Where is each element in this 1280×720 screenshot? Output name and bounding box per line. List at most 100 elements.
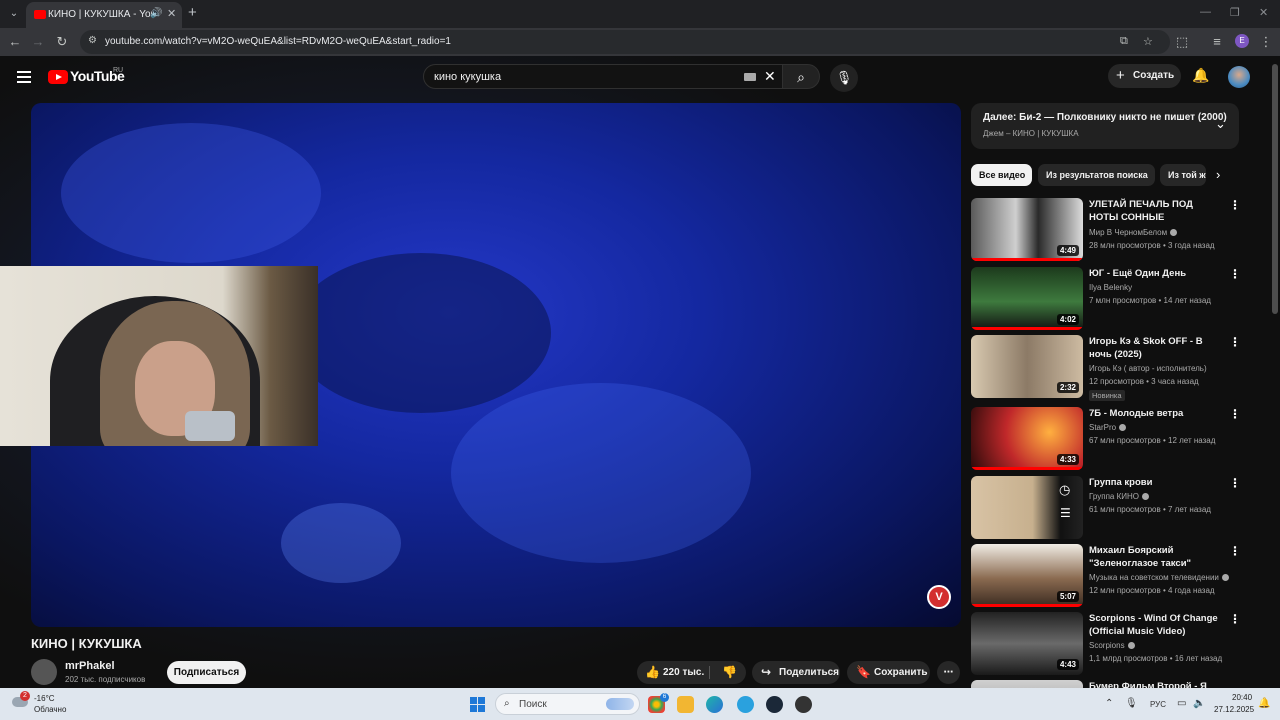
- app-icon[interactable]: [795, 696, 812, 713]
- channel-avatar[interactable]: [31, 659, 57, 685]
- video-thumbnail[interactable]: 2:32: [971, 335, 1083, 398]
- telegram-icon[interactable]: [737, 696, 754, 713]
- clock-time[interactable]: 20:40: [1232, 693, 1252, 702]
- list-item[interactable]: 4:49 УЛЕТАЙ ПЕЧАЛЬ ПОД НОТЫ СОННЫЕ Мир В…: [971, 198, 1241, 264]
- chip-all-videos[interactable]: Все видео: [971, 164, 1032, 186]
- channel-name[interactable]: Мир В ЧерномБелом: [1089, 228, 1178, 237]
- channel-name[interactable]: Музыка на советском телевидении: [1089, 573, 1229, 582]
- video-title[interactable]: 7Б - Молодые ветра: [1089, 407, 1221, 420]
- more-options-icon[interactable]: ⋮: [1229, 612, 1241, 626]
- notifications-bell-icon[interactable]: 🔔: [1192, 67, 1209, 84]
- clear-search-icon[interactable]: ✕: [764, 68, 776, 85]
- cast-icon[interactable]: ⧉: [1120, 35, 1128, 48]
- chip-from-search[interactable]: Из результатов поиска: [1038, 164, 1155, 186]
- list-item[interactable]: 4:43 Scorpions - Wind Of Change (Officia…: [971, 612, 1241, 678]
- up-next-panel[interactable]: Далее: Би-2 — Полковнику никто не пишет …: [971, 103, 1239, 149]
- minimize-icon[interactable]: —: [1200, 6, 1211, 18]
- bookmark-star-icon[interactable]: ☆: [1143, 35, 1153, 48]
- share-button[interactable]: ↪ Поделиться: [752, 661, 840, 684]
- channel-name[interactable]: Scorpions: [1089, 641, 1135, 650]
- new-tab-icon[interactable]: +: [188, 4, 197, 21]
- profile-avatar[interactable]: E: [1235, 34, 1249, 48]
- tab-search-chevron-icon[interactable]: ⌄: [6, 6, 22, 22]
- list-item[interactable]: ◷ ☰ Группа крови Группа КИНО 61 млн прос…: [971, 476, 1241, 542]
- voice-search-mic-icon[interactable]: 🎙: [830, 64, 858, 92]
- guide-menu-icon[interactable]: [17, 71, 31, 83]
- back-arrow-icon[interactable]: ←: [5, 32, 25, 52]
- vivaldi-overlay-icon[interactable]: V: [927, 585, 951, 609]
- channel-name[interactable]: Игорь Кэ ( автор - исполнитель): [1089, 364, 1207, 373]
- windows-start-icon[interactable]: [470, 697, 485, 712]
- account-avatar[interactable]: [1228, 66, 1250, 88]
- notification-center-icon[interactable]: 🔔: [1258, 698, 1270, 709]
- more-options-icon[interactable]: ⋮: [1229, 476, 1241, 490]
- list-item[interactable]: 4:02 ЮГ - Ещё Один День Ilya Belenky 7 м…: [971, 267, 1241, 333]
- list-item[interactable]: Бумер Фильм Второй - Я: [971, 680, 1239, 688]
- file-explorer-icon[interactable]: [677, 696, 694, 713]
- video-thumbnail[interactable]: [971, 680, 1083, 688]
- reload-icon[interactable]: ↻: [52, 32, 72, 52]
- page-scrollbar[interactable]: [1270, 56, 1280, 688]
- video-thumbnail[interactable]: 5:07: [971, 544, 1083, 607]
- chevron-right-icon[interactable]: ›: [1216, 167, 1220, 182]
- channel-name[interactable]: StarPro: [1089, 423, 1127, 432]
- chevron-down-icon[interactable]: ⌄: [1215, 116, 1226, 132]
- weather-temperature[interactable]: -16°C: [34, 694, 55, 703]
- add-to-queue-icon[interactable]: ☰: [1060, 506, 1071, 520]
- list-item[interactable]: 2:32 Игорь Кэ & Skok OFF - В ночь (2025)…: [971, 335, 1241, 401]
- steam-icon[interactable]: [766, 696, 783, 713]
- video-title[interactable]: Игорь Кэ & Skok OFF - В ночь (2025): [1089, 335, 1221, 361]
- browser-menu-icon[interactable]: ⋮: [1256, 32, 1276, 52]
- video-title[interactable]: Михаил Боярский "Зеленоглазое такси" (19…: [1089, 544, 1221, 570]
- show-hidden-icons-chevron-icon[interactable]: ⌃: [1105, 698, 1113, 709]
- subscribe-button[interactable]: Подписаться: [167, 661, 246, 684]
- more-actions-icon[interactable]: ⋯: [937, 661, 960, 684]
- forward-arrow-icon[interactable]: →: [28, 32, 48, 52]
- more-options-icon[interactable]: ⋮: [1229, 198, 1241, 212]
- channel-name[interactable]: mrPhakel: [65, 660, 115, 672]
- more-options-icon[interactable]: ⋮: [1229, 407, 1241, 421]
- window-close-icon[interactable]: ✕: [1259, 6, 1268, 19]
- thumbs-down-icon[interactable]: 👎: [722, 661, 737, 684]
- list-item[interactable]: 5:07 Михаил Боярский "Зеленоглазое такси…: [971, 544, 1241, 610]
- video-thumbnail[interactable]: 4:43: [971, 612, 1083, 675]
- reading-list-icon[interactable]: ≡: [1207, 32, 1227, 52]
- microphone-icon[interactable]: 🎙: [1125, 698, 1138, 709]
- watch-later-clock-icon[interactable]: ◷: [1059, 482, 1070, 498]
- video-thumbnail[interactable]: 4:33: [971, 407, 1083, 470]
- video-title[interactable]: Группа крови: [1089, 476, 1221, 489]
- save-button[interactable]: 🔖 Сохранить: [847, 661, 930, 684]
- volume-icon[interactable]: 🔈: [1193, 698, 1205, 709]
- chip-from-same[interactable]: Из той же: [1160, 164, 1206, 186]
- address-bar[interactable]: ⚙ youtube.com/watch?v=vM2O-weQuEA&list=R…: [80, 30, 1170, 54]
- video-title[interactable]: УЛЕТАЙ ПЕЧАЛЬ ПОД НОТЫ СОННЫЕ: [1089, 198, 1221, 224]
- site-info-icon[interactable]: ⚙: [88, 35, 97, 46]
- weather-description[interactable]: Облачно: [34, 705, 66, 714]
- input-language[interactable]: РУС: [1150, 700, 1166, 709]
- channel-name[interactable]: Группа КИНО: [1089, 492, 1149, 501]
- extensions-icon[interactable]: ⬚: [1172, 32, 1192, 52]
- list-item[interactable]: 4:33 7Б - Молодые ветра StarPro 67 млн п…: [971, 407, 1241, 473]
- keyboard-icon[interactable]: [744, 73, 756, 81]
- more-options-icon[interactable]: ⋮: [1229, 267, 1241, 281]
- create-button[interactable]: + Создать: [1108, 64, 1181, 88]
- edge-browser-icon[interactable]: [706, 696, 723, 713]
- video-thumbnail[interactable]: 4:02: [971, 267, 1083, 330]
- maximize-icon[interactable]: ❐: [1230, 6, 1240, 19]
- like-count[interactable]: 220 тыс.: [663, 661, 704, 684]
- more-options-icon[interactable]: ⋮: [1229, 335, 1241, 349]
- clock-date[interactable]: 27.12.2025: [1214, 705, 1254, 714]
- network-icon[interactable]: ▭: [1177, 698, 1186, 709]
- video-title[interactable]: Scorpions - Wind Of Change (Official Mus…: [1089, 612, 1221, 638]
- close-tab-icon[interactable]: ✕: [167, 7, 176, 20]
- video-title[interactable]: Бумер Фильм Второй - Я: [1089, 680, 1221, 688]
- search-button[interactable]: ⌕: [782, 64, 820, 89]
- video-thumbnail[interactable]: 4:49: [971, 198, 1083, 261]
- taskbar-search[interactable]: ⌕ Поиск: [495, 693, 640, 715]
- channel-name[interactable]: Ilya Belenky: [1089, 283, 1132, 292]
- search-input[interactable]: кино кукушка ✕: [423, 64, 783, 89]
- audio-playing-icon[interactable]: 🔊: [150, 8, 162, 19]
- browser-tab[interactable]: КИНО | КУКУШКА - YouTube 🔊 ✕: [26, 2, 182, 28]
- scrollbar-thumb[interactable]: [1272, 64, 1278, 314]
- thumbs-up-icon[interactable]: 👍: [645, 661, 660, 684]
